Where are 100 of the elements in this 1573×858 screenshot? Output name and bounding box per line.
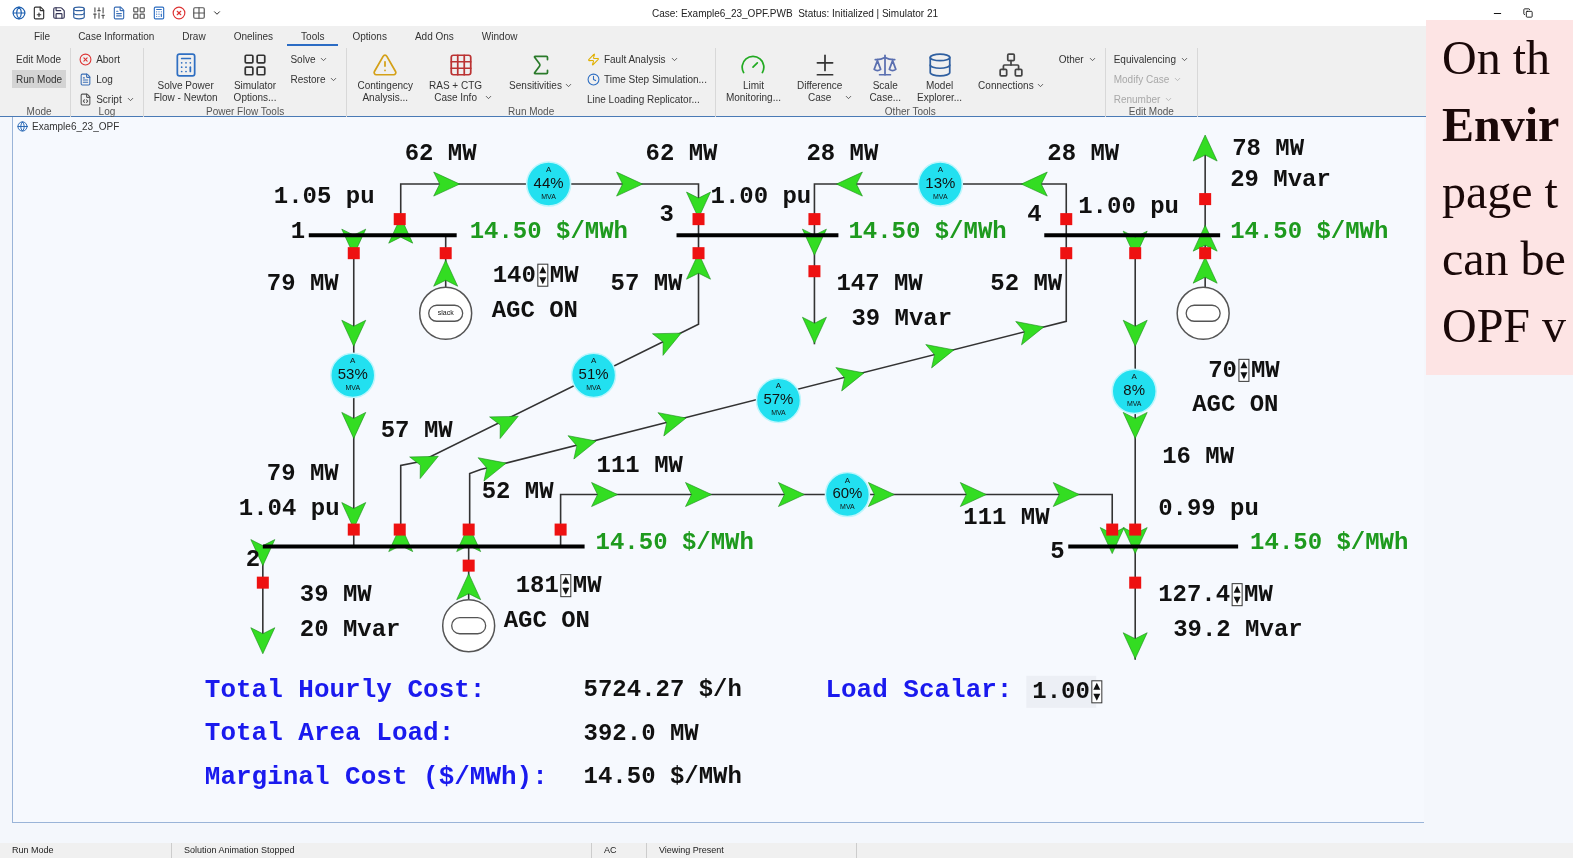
load-mvar: 39 Mvar	[851, 304, 953, 332]
flow-arrow-icon	[433, 259, 458, 287]
ribbon-tab[interactable]: File	[20, 28, 65, 46]
ribbon-button[interactable]: Log	[75, 70, 139, 88]
spinner-icon[interactable]	[1091, 680, 1103, 704]
spinner-icon[interactable]	[1238, 358, 1250, 382]
ribbon-tab[interactable]: Case Information	[64, 28, 169, 46]
ribbon-button[interactable]: Sensitivities	[503, 50, 579, 92]
flow-arrow-icon	[657, 412, 687, 437]
breaker-icon[interactable]	[462, 559, 475, 572]
ribbon-button[interactable]: Limit Monitoring...	[719, 50, 787, 104]
ribbon-button[interactable]: Difference Case	[790, 50, 860, 104]
breaker-icon[interactable]	[462, 523, 475, 536]
spinner-icon[interactable]	[560, 574, 572, 598]
calculator-icon[interactable]	[152, 6, 166, 20]
ribbon-button[interactable]: RAS + CTG Case Info	[423, 50, 500, 104]
document-tab[interactable]: Example6_23_OPF	[32, 118, 120, 134]
ribbon-button[interactable]: Connections	[972, 50, 1051, 92]
ribbon-button[interactable]: Equivalencing	[1109, 50, 1193, 68]
ribbon-button[interactable]: Other	[1054, 50, 1101, 68]
ribbon-tab[interactable]: Tools	[287, 28, 339, 46]
breaker-icon[interactable]	[692, 247, 705, 260]
globe-icon[interactable]	[12, 6, 26, 20]
load-mvar: 39.2 Mvar	[1173, 616, 1303, 644]
ribbon-tab[interactable]: Window	[467, 28, 532, 46]
flow-arrow-icon	[778, 482, 805, 507]
breaker-icon[interactable]	[256, 576, 269, 589]
breaker-icon[interactable]	[1129, 576, 1142, 589]
database-icon	[926, 52, 953, 78]
ribbon-button[interactable]: Line Loading Replicator...	[582, 90, 711, 108]
document-icon[interactable]	[112, 6, 126, 20]
breaker-icon[interactable]	[393, 523, 406, 536]
pie-top-label: A	[937, 165, 943, 175]
breaker-icon[interactable]	[1060, 213, 1073, 226]
flow-label: 57 MW	[610, 269, 683, 297]
ribbon-button[interactable]: Contingency Analysis...	[351, 50, 420, 104]
ribbon-tab[interactable]: Options	[338, 28, 401, 46]
x-circle-icon[interactable]	[172, 6, 186, 20]
ribbon-button[interactable]: Simulator Options...	[227, 50, 283, 104]
unit-label: MW	[549, 261, 579, 289]
scalar-field[interactable]: 1.00	[1026, 675, 1097, 708]
ribbon-button[interactable]: Fault Analysis	[582, 50, 711, 68]
save-icon[interactable]	[52, 6, 66, 20]
ribbon-tab[interactable]: Onelines	[219, 28, 288, 46]
breaker-icon[interactable]	[1199, 193, 1212, 206]
breaker-icon[interactable]	[1129, 247, 1142, 260]
flow-arrow-icon	[341, 412, 367, 439]
ribbon-button[interactable]: Run Mode	[12, 70, 67, 88]
sliders-icon[interactable]	[92, 6, 106, 20]
ribbon-button[interactable]: Edit Mode	[12, 50, 67, 68]
breaker-icon[interactable]	[393, 213, 406, 226]
breaker-icon[interactable]	[1060, 247, 1073, 260]
breaker-icon[interactable]	[1106, 523, 1119, 536]
flow-arrow-icon	[489, 415, 519, 439]
flow-arrow-icon	[616, 171, 643, 197]
breaker-icon[interactable]	[808, 265, 821, 278]
warning-icon	[372, 52, 399, 78]
spinner-icon[interactable]	[1231, 583, 1243, 607]
spinner-icon[interactable]	[537, 263, 549, 287]
bus-number: 2	[245, 545, 261, 573]
window-title: Case: Example6_23_OPF.PWB Status: Initialized | Simulator 21	[652, 6, 939, 21]
ribbon-button[interactable]: Scale Case...	[863, 50, 908, 104]
percent-label: 60%	[832, 484, 863, 502]
flow-arrow-icon	[868, 482, 895, 507]
bus-number: 3	[659, 201, 674, 229]
flow-indicator	[330, 352, 376, 399]
breaker-icon[interactable]	[347, 523, 360, 536]
breaker-icon[interactable]	[439, 247, 452, 260]
flow-label: 111 MW	[596, 451, 683, 479]
note-text: On th Envir page t can be OPF v	[1442, 30, 1568, 354]
flow-label: 78 MW	[1232, 135, 1305, 163]
caret-icon[interactable]	[212, 8, 222, 18]
breaker-icon[interactable]	[1199, 247, 1212, 260]
ribbon-button[interactable]: Solve Power Flow - Newton	[147, 50, 224, 104]
flow-arrow-icon	[1122, 412, 1148, 439]
document-icon	[79, 72, 93, 86]
database-icon[interactable]	[72, 6, 86, 20]
ribbon-button[interactable]: Script	[75, 90, 139, 108]
grid-icon[interactable]	[132, 6, 146, 20]
breaker-icon[interactable]	[692, 213, 705, 226]
breaker-icon[interactable]	[347, 247, 360, 260]
flow-label: 28 MW	[1047, 140, 1120, 168]
ribbon-button[interactable]: Solve	[286, 50, 343, 68]
ribbon-button[interactable]: Time Step Simulation...	[582, 70, 711, 88]
flow-indicator	[755, 377, 802, 424]
grid-icon[interactable]	[192, 6, 206, 20]
flow-arrow-icon	[835, 367, 865, 392]
unit-label: MW	[342, 581, 372, 609]
breaker-icon[interactable]	[1129, 523, 1142, 536]
breaker-icon[interactable]	[554, 523, 567, 536]
new-file-icon[interactable]	[32, 6, 46, 20]
ribbon-tab[interactable]: Add Ons	[400, 28, 468, 46]
ribbon-tab[interactable]: Draw	[168, 28, 220, 46]
ribbon-button[interactable]: Abort	[75, 50, 139, 68]
breaker-icon[interactable]	[808, 213, 821, 226]
ribbon-button[interactable]: Restore	[286, 70, 343, 88]
code-file-icon	[79, 92, 93, 106]
ribbon-button[interactable]: Model Explorer...	[911, 50, 969, 104]
clock-icon	[586, 72, 600, 86]
restore-icon[interactable]	[1523, 8, 1533, 18]
